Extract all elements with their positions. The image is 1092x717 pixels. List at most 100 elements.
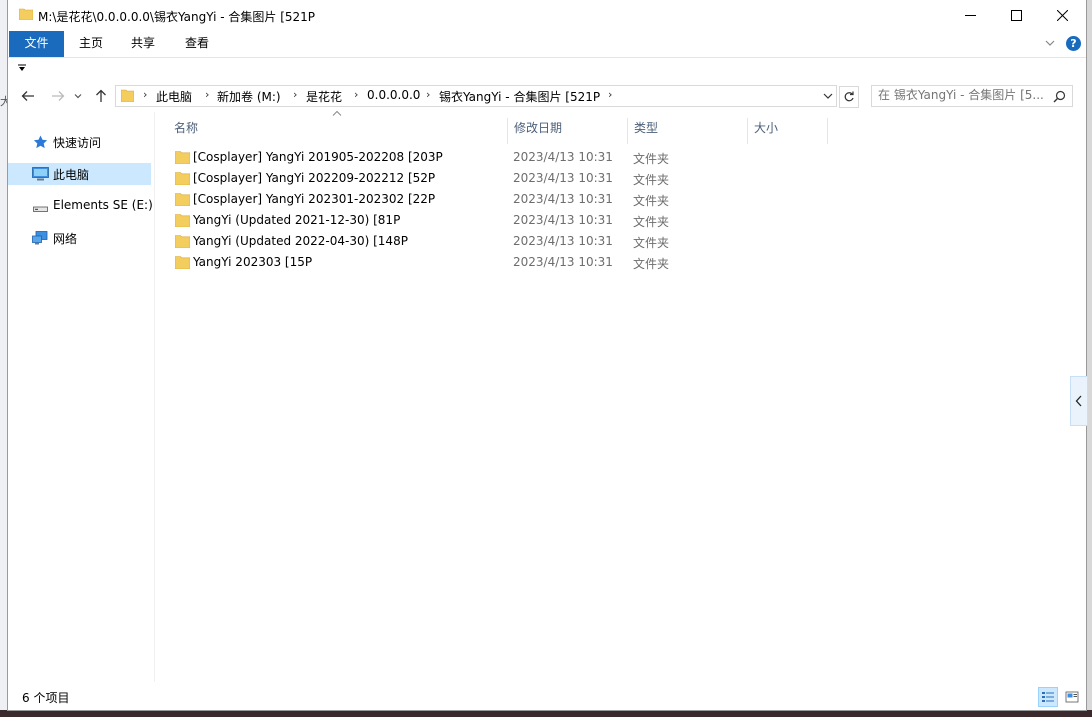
file-type: 文件夹 [633,215,670,229]
file-date: 2023/4/13 10:31 [513,255,613,269]
folder-icon [175,235,190,248]
file-name: YangYi 202303 [15P [193,255,313,269]
quick-access-toolbar [8,58,1086,80]
refresh-button[interactable] [839,86,859,108]
nav-item-quick-access[interactable]: 快速访问 [8,131,151,153]
file-row[interactable]: [Cosplayer] YangYi 202301-202302 [22P 20… [172,190,1072,211]
title-bar[interactable]: M:\是花花\0.0.0.0.0\锡衣YangYi - 合集图片 [521P [8,0,1086,31]
customize-toolbar-icon[interactable] [18,64,26,72]
folder-icon [175,193,190,206]
file-type: 文件夹 [633,236,670,250]
side-panel-toggle[interactable] [1070,376,1088,426]
up-button[interactable] [91,86,111,106]
chevron-down-icon [74,94,82,99]
minimize-button[interactable] [947,0,993,31]
file-row[interactable]: YangYi (Updated 2022-04-30) [148P 2023/4… [172,232,1072,253]
chevron-down-icon[interactable] [822,90,834,102]
folder-icon [19,8,33,20]
arrow-up-icon [96,89,106,102]
folder-icon [175,214,190,227]
nav-item-label: 网络 [53,232,78,246]
nav-item-label: 此电脑 [53,168,90,182]
file-date: 2023/4/13 10:31 [513,150,613,164]
arrow-right-icon [52,91,65,101]
chevron-left-icon [1075,395,1082,407]
breadcrumb-separator[interactable]: › [354,88,358,101]
nav-item-label: Elements SE (E:) [53,198,153,212]
breadcrumb-folder-2[interactable]: 0.0.0.0.0 [367,88,420,102]
file-name: [Cosplayer] YangYi 201905-202208 [203P [193,150,443,164]
status-bar: 6 个项目 [8,684,1086,710]
file-type: 文件夹 [633,194,670,208]
address-bar[interactable]: › 此电脑 › 新加卷 (M:) › 是花花 › 0.0.0.0.0 › 锡衣Y… [115,85,837,107]
file-row[interactable]: [Cosplayer] YangYi 202209-202212 [52P 20… [172,169,1072,190]
close-button[interactable] [1039,0,1085,31]
file-name: YangYi (Updated 2021-12-30) [81P [193,213,401,227]
tab-share[interactable]: 共享 [120,31,166,57]
file-name: [Cosplayer] YangYi 202209-202212 [52P [193,171,436,185]
ribbon-tabs: 文件 主页 共享 查看 ? [8,31,1086,58]
tab-home[interactable]: 主页 [68,31,114,57]
large-icons-view-button[interactable] [1062,687,1082,707]
details-view-icon [1042,692,1054,702]
breadcrumb-folder-1[interactable]: 是花花 [306,88,342,105]
file-type: 文件夹 [633,173,670,187]
search-box[interactable] [871,85,1073,107]
sort-ascending-icon [332,110,342,116]
breadcrumb-separator[interactable]: › [293,88,297,101]
breadcrumb-current-folder[interactable]: 锡衣YangYi - 合集图片 [521P [439,88,600,105]
folder-icon [121,89,134,102]
details-view-button[interactable] [1038,687,1058,707]
breadcrumb-drive-m[interactable]: 新加卷 (M:) [217,88,281,105]
window-title: M:\是花花\0.0.0.0.0\锡衣YangYi - 合集图片 [521P [38,10,316,24]
maximize-icon [1010,10,1022,21]
breadcrumb-separator[interactable]: › [205,88,209,101]
tab-view[interactable]: 查看 [174,31,220,57]
file-row[interactable]: YangYi 202303 [15P 2023/4/13 10:31 文件夹 [172,253,1072,274]
file-row[interactable]: [Cosplayer] YangYi 201905-202208 [203P 2… [172,148,1072,169]
file-date: 2023/4/13 10:31 [513,213,613,227]
file-type: 文件夹 [633,152,670,166]
breadcrumb-separator[interactable]: › [143,88,147,101]
breadcrumb-separator[interactable]: › [426,88,430,101]
column-header-name[interactable]: 名称 [168,118,508,144]
column-header-size[interactable]: 大小 [748,118,828,144]
breadcrumb-this-pc[interactable]: 此电脑 [156,88,192,105]
minimize-icon [964,15,976,16]
refresh-icon [844,91,854,102]
computer-icon [32,167,49,181]
maximize-button[interactable] [993,0,1039,31]
nav-item-label: 快速访问 [53,136,102,150]
column-header-type[interactable]: 类型 [628,118,748,144]
folder-icon [175,256,190,269]
file-name: YangYi (Updated 2022-04-30) [148P [193,234,408,248]
help-icon[interactable]: ? [1066,36,1081,51]
background-desktop-strip: 大 [0,0,11,717]
recent-locations-button[interactable] [71,86,85,106]
file-date: 2023/4/13 10:31 [513,192,613,206]
tab-file[interactable]: 文件 [9,31,64,57]
back-button[interactable] [18,86,38,106]
forward-button[interactable] [48,86,68,106]
chevron-down-icon[interactable] [1044,37,1056,49]
explorer-window: M:\是花花\0.0.0.0.0\锡衣YangYi - 合集图片 [521P 文… [7,0,1088,711]
file-name: [Cosplayer] YangYi 202301-202302 [22P [193,192,436,206]
file-date: 2023/4/13 10:31 [513,234,613,248]
file-row[interactable]: YangYi (Updated 2021-12-30) [81P 2023/4/… [172,211,1072,232]
search-input[interactable] [878,88,1048,102]
search-icon [1053,90,1066,103]
file-type: 文件夹 [633,257,670,271]
large-icons-view-icon [1065,691,1079,703]
nav-item-this-pc[interactable]: 此电脑 [8,163,151,185]
file-date: 2023/4/13 10:31 [513,171,613,185]
nav-item-network[interactable]: 网络 [8,227,151,249]
item-count: 6 个项目 [22,691,70,705]
column-header-date[interactable]: 修改日期 [508,118,628,144]
folder-icon [175,151,190,164]
star-icon [33,135,48,149]
nav-item-drive-e[interactable]: Elements SE (E:) [8,195,153,217]
breadcrumb-separator[interactable]: › [608,88,612,101]
navigation-bar: › 此电脑 › 新加卷 (M:) › 是花花 › 0.0.0.0.0 › 锡衣Y… [8,82,1086,110]
file-list: 名称 修改日期 类型 大小 [Cosplayer] YangYi 201905-… [156,110,1068,682]
network-icon [32,231,48,245]
